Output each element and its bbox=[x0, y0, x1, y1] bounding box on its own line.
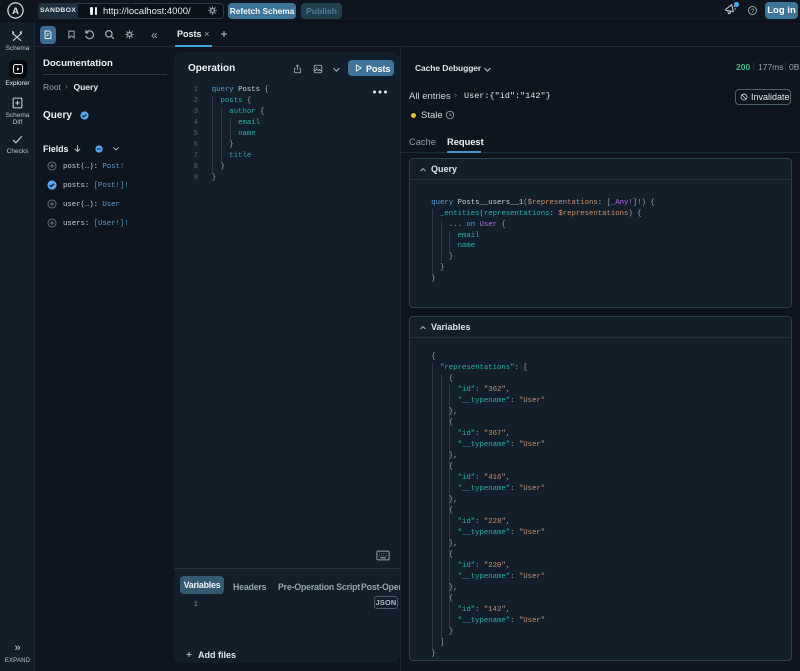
svg-text:A: A bbox=[12, 6, 19, 17]
svg-text:?: ? bbox=[751, 8, 755, 15]
